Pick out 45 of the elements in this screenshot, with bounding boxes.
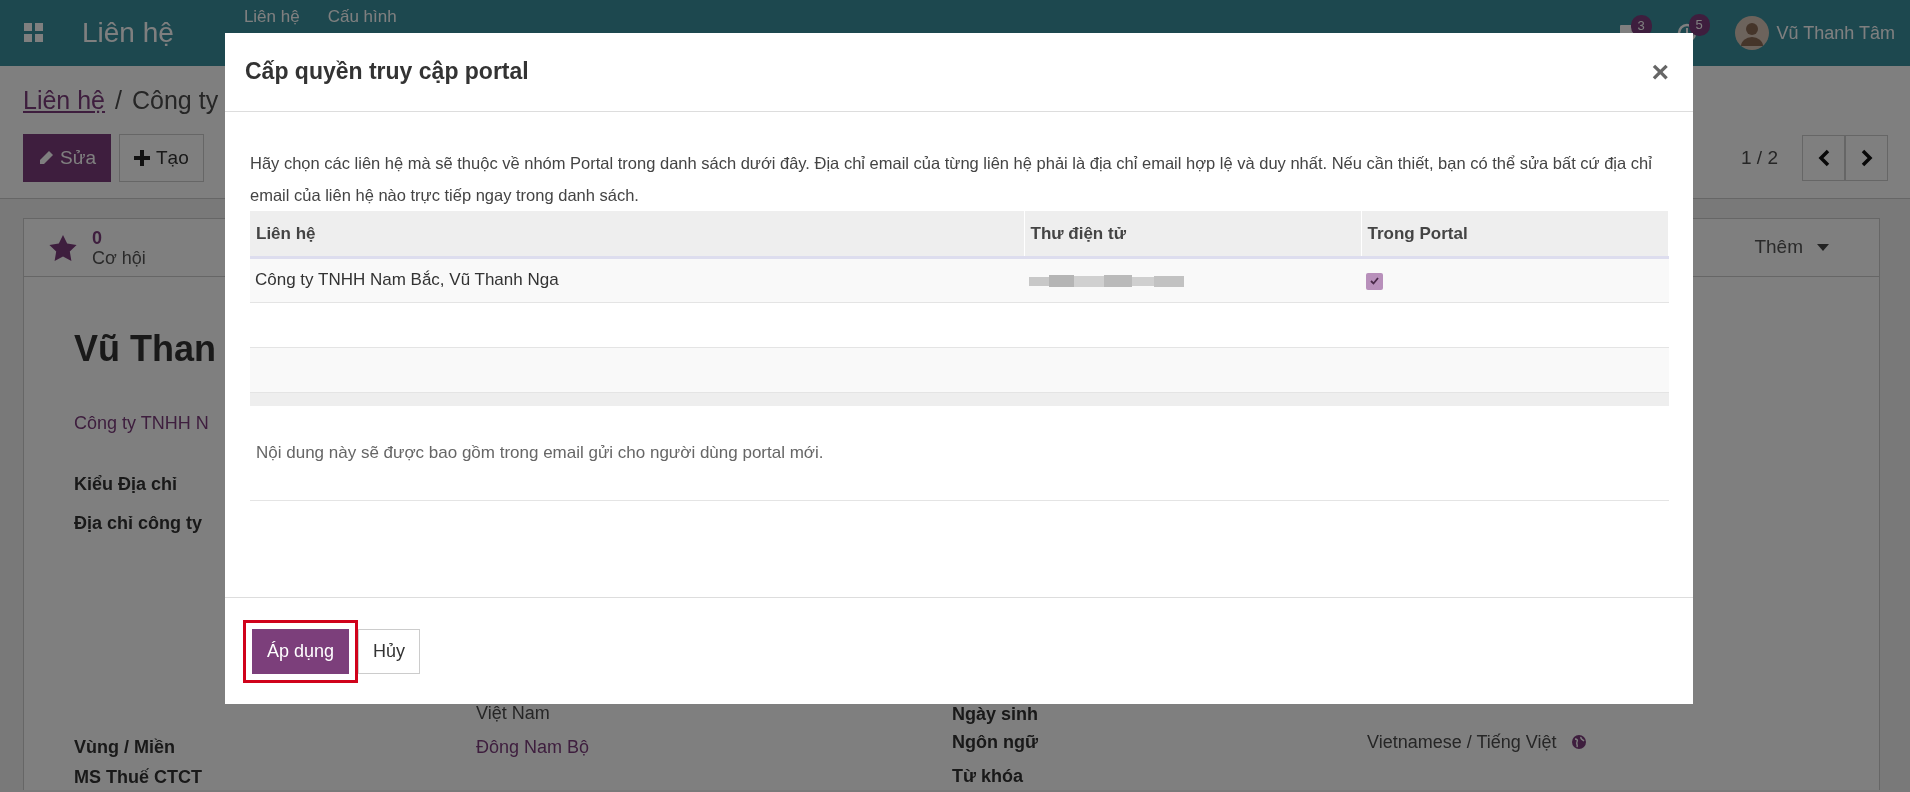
globe-icon[interactable] — [1572, 735, 1587, 749]
apps-menu-icon[interactable] — [24, 23, 44, 43]
field-label: Vùng / Miền — [74, 736, 175, 758]
pencil-icon — [38, 150, 54, 166]
field-link[interactable]: Đông Nam Bộ — [464, 736, 590, 758]
menu-item[interactable]: Liên hệ — [243, 6, 300, 28]
star-icon — [48, 233, 78, 262]
field-label: Ngày sinh — [952, 703, 1039, 725]
breadcrumb-separator: / — [115, 86, 122, 114]
menu-item[interactable]: Cấu hình — [327, 6, 397, 28]
column-header: Liên hệ — [250, 211, 1024, 257]
dialog-title: Cấp quyền truy cập portal — [245, 58, 529, 86]
field-label: Kiểu Địa chỉ — [74, 473, 178, 495]
plus-icon — [133, 150, 150, 166]
field-label: Từ khóa — [952, 765, 1024, 787]
instruction-text: Hãy chọn các liên hệ mà sẽ thuộc về nhóm Portal trong danh sách dưới đây. Địa chỉ email của từng liên hệ phải là địa chỉ email hợp lệ và duy nhất. Nếu cần thiết, bạn có thể sửa bất cứ địa chỉ email của liên hệ nào trực tiếp ngay trong danh sách. — [250, 153, 1653, 206]
record-title: Vũ Than — [74, 327, 217, 371]
app-title: Liên hệ — [82, 16, 174, 50]
field-value: Việt Nam — [475, 702, 550, 724]
notification-badge: 5 — [1688, 14, 1710, 36]
check-icon — [1370, 277, 1379, 286]
note-text: Nội dung này sẽ được bao gồm trong email gửi cho người dùng portal mới. — [256, 441, 824, 464]
chevron-right-icon — [1860, 149, 1873, 167]
column-header: Trong Portal — [1361, 211, 1669, 257]
caret-icon — [1817, 244, 1829, 251]
stat-button[interactable]: 0 Cơ hội — [48, 227, 146, 268]
breadcrumb-link[interactable]: Liên hệ — [23, 86, 106, 114]
checkbox[interactable] — [1366, 272, 1383, 290]
field-label: Địa chỉ công ty — [74, 512, 203, 534]
pager-text: 1 / 2 — [1741, 145, 1778, 170]
column-header: Thư điện tử — [1024, 211, 1361, 257]
chevron-left-icon — [1817, 149, 1830, 167]
field-value: Vietnamese / Tiếng Việt — [1367, 731, 1557, 753]
field-label: MS Thuế CTCT — [74, 766, 202, 788]
next-button[interactable] — [1845, 135, 1888, 181]
edit-button[interactable]: Sửa — [23, 134, 111, 182]
more-dropdown[interactable]: Thêm — [1748, 232, 1835, 263]
cancel-button[interactable]: Hủy — [358, 628, 421, 674]
previous-button[interactable] — [1802, 135, 1845, 181]
create-button[interactable]: Tạo — [118, 134, 204, 182]
close-button[interactable]: × — [1647, 57, 1673, 87]
user-name[interactable]: Vũ Thanh Tâm — [1776, 19, 1895, 47]
breadcrumb-current: Công ty — [132, 86, 219, 114]
field-label: Ngôn ngữ — [952, 731, 1038, 753]
table-cell: Công ty TNHH Nam Bắc, Vũ Thanh Nga — [250, 257, 1024, 302]
